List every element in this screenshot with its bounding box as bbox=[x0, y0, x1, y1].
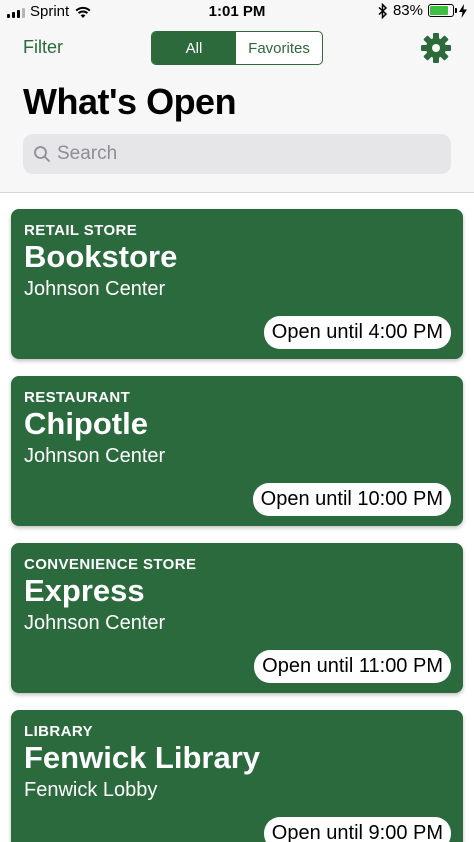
bluetooth-icon bbox=[378, 2, 388, 19]
search-bar[interactable] bbox=[23, 134, 451, 174]
place-card-bookstore[interactable]: RETAIL STORE Bookstore Johnson Center Op… bbox=[11, 209, 463, 359]
status-right: 83% bbox=[378, 2, 467, 19]
place-type: RESTAURANT bbox=[24, 389, 131, 406]
place-card-chipotle[interactable]: RESTAURANT Chipotle Johnson Center Open … bbox=[11, 376, 463, 526]
hours-badge: Open until 4:00 PM bbox=[263, 316, 451, 349]
segment-all[interactable]: All bbox=[152, 32, 236, 64]
place-card-express[interactable]: CONVENIENCE STORE Express Johnson Center… bbox=[11, 543, 463, 693]
place-type: CONVENIENCE STORE bbox=[24, 556, 197, 573]
place-location: Johnson Center bbox=[24, 612, 166, 634]
place-name: Chipotle bbox=[24, 406, 148, 441]
page-title: What's Open bbox=[23, 81, 237, 122]
app-screen: Sprint 1:01 PM 83% Filter All Favorites … bbox=[0, 0, 474, 842]
place-location: Johnson Center bbox=[24, 278, 166, 300]
place-name: Bookstore bbox=[24, 239, 178, 274]
hours-badge: Open until 9:00 PM bbox=[263, 817, 451, 842]
place-type: LIBRARY bbox=[24, 723, 93, 740]
search-icon bbox=[34, 146, 50, 162]
hours-badge: Open until 11:00 PM bbox=[254, 650, 451, 683]
search-input[interactable] bbox=[57, 143, 437, 165]
place-location: Fenwick Lobby bbox=[24, 779, 158, 801]
place-card-fenwick-library[interactable]: LIBRARY Fenwick Library Fenwick Lobby Op… bbox=[11, 710, 463, 842]
battery-percent: 83% bbox=[392, 2, 423, 19]
place-name: Express bbox=[24, 573, 145, 608]
places-list: RETAIL STORE Bookstore Johnson Center Op… bbox=[11, 209, 463, 842]
place-type: RETAIL STORE bbox=[24, 222, 138, 239]
status-bar: Sprint 1:01 PM 83% bbox=[0, 0, 474, 24]
battery-fill bbox=[430, 6, 449, 15]
battery-icon bbox=[428, 4, 457, 17]
charging-bolt-icon bbox=[459, 3, 467, 18]
gear-icon[interactable] bbox=[420, 32, 452, 64]
segmented-control: All Favorites bbox=[151, 31, 323, 65]
segment-favorites[interactable]: Favorites bbox=[236, 32, 322, 64]
nav-header: Filter All Favorites What's Open bbox=[0, 24, 474, 193]
place-location: Johnson Center bbox=[24, 445, 166, 467]
filter-button[interactable]: Filter bbox=[23, 37, 63, 58]
hours-badge: Open until 10:00 PM bbox=[252, 483, 451, 516]
place-name: Fenwick Library bbox=[24, 740, 261, 775]
